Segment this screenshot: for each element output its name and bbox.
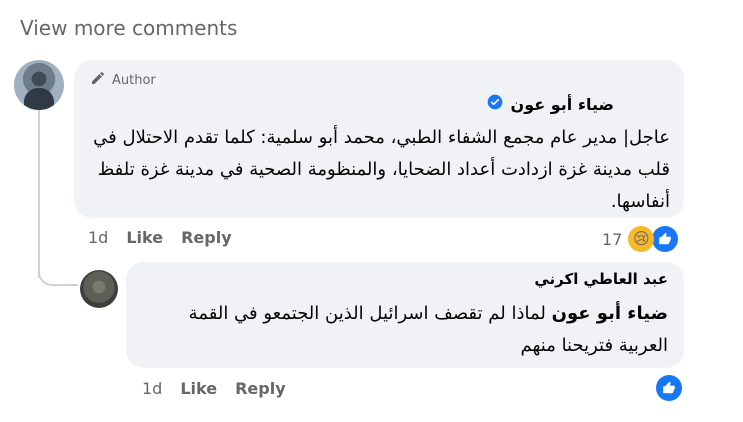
reply-comment-text: ضياء أبو عون لماذا لم تقصف اسرائيل الذين… [138, 298, 668, 362]
view-more-comments-link[interactable]: View more comments [20, 16, 237, 40]
comment-author-name[interactable]: ضياء أبو عون [511, 95, 614, 114]
reply-like-button[interactable]: Like [180, 379, 217, 398]
main-comment-name-row: ضياء أبو عون [487, 94, 614, 114]
main-comment-text: عاجل| مدير عام مجمع الشفاء الطبي، محمد أ… [93, 127, 670, 212]
like-button[interactable]: Like [126, 228, 163, 247]
verified-badge-icon [487, 94, 503, 114]
sad-reaction-icon: 😢 [628, 226, 655, 252]
thread-curve [38, 256, 78, 286]
main-comment-actions: 1d Like Reply [88, 228, 232, 247]
reaction-count: 17 [602, 229, 623, 249]
avatar[interactable] [14, 60, 64, 110]
pencil-icon [90, 70, 106, 90]
reply-author-name[interactable]: عبد العاطي اكرني [534, 270, 668, 288]
reply-like-reaction-icon[interactable] [656, 375, 682, 401]
main-comment-bubble: Author ضياء أبو عون عاجل| مدير عام مجمع … [74, 60, 684, 218]
reply-button[interactable]: Reply [181, 228, 232, 247]
comment-timestamp[interactable]: 1d [88, 228, 108, 247]
author-badge: Author [90, 70, 156, 90]
reply-avatar[interactable] [80, 270, 118, 308]
reply-comment-bubble: عبد العاطي اكرني ضياء أبو عون لماذا لم ت… [126, 262, 684, 368]
reply-timestamp[interactable]: 1d [142, 379, 162, 398]
author-badge-label: Author [112, 72, 156, 88]
like-reaction-icon [652, 226, 679, 252]
reply-comment-actions: 1d Like Reply [142, 379, 286, 398]
thread-line [38, 106, 40, 278]
mention-link[interactable]: ضياء أبو عون [552, 303, 668, 324]
reply-reply-button[interactable]: Reply [235, 379, 286, 398]
reaction-summary[interactable]: 17 😢 [602, 226, 679, 252]
